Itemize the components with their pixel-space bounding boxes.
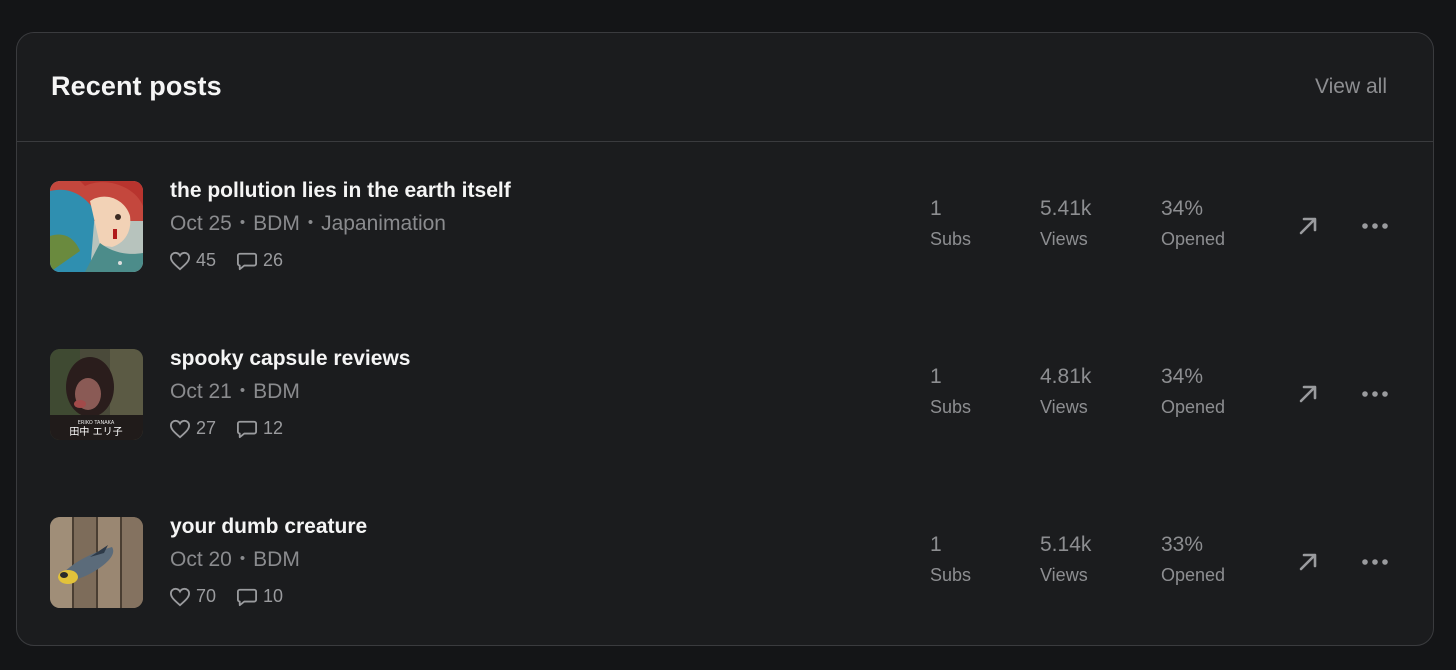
arrow-up-right-icon[interactable] [1295, 213, 1321, 239]
views-label: Views [1040, 397, 1088, 417]
comment-bubble-icon [237, 252, 258, 270]
heart-icon [169, 251, 191, 270]
views-value: 4.81k [1040, 365, 1092, 388]
opened-value: 34% [1161, 197, 1204, 220]
subs-value: 1 [930, 533, 942, 556]
album-cover-thumbnail: ERIKO TANAKA 田中 エリ子 [50, 349, 143, 440]
comment-count: 26 [263, 250, 284, 270]
arrow-up-right-icon[interactable] [1295, 549, 1321, 575]
post-section: BDM [253, 548, 300, 571]
comment-bubble-icon [237, 588, 258, 606]
post-date: Oct 21 [170, 380, 232, 403]
post-title[interactable]: spooky capsule reviews [170, 347, 410, 371]
post-date: Oct 20 [170, 548, 232, 571]
views-label: Views [1040, 229, 1088, 249]
like-count: 45 [196, 250, 217, 270]
post-thumbnail[interactable]: ERIKO TANAKA 田中 エリ子 [50, 349, 143, 440]
opened-stat: 34% Opened [1161, 365, 1225, 418]
thumbnail-caption-top: ERIKO TANAKA [78, 420, 115, 426]
views-value: 5.41k [1040, 197, 1092, 220]
meta-separator: • [239, 550, 246, 567]
opened-value: 33% [1161, 533, 1204, 556]
comment-count: 10 [263, 586, 284, 606]
comment-bubble-icon [237, 420, 258, 438]
opened-label: Opened [1161, 229, 1226, 249]
subs-label: Subs [930, 397, 972, 417]
post-row[interactable]: ERIKO TANAKA 田中 エリ子 spooky capsule revie… [17, 347, 1433, 469]
post-row[interactable]: the pollution lies in the earth itself O… [17, 179, 1433, 301]
comment-count: 12 [263, 418, 284, 438]
recent-posts-card: Recent posts View all the pollution lies… [16, 32, 1434, 646]
card-title: Recent posts [51, 71, 222, 101]
views-stat: 5.14k Views [1040, 533, 1091, 586]
views-stat: 5.41k Views [1040, 197, 1091, 250]
post-row[interactable]: your dumb creature Oct 20 • BDM 70 10 1 Su… [17, 515, 1433, 637]
like-count: 27 [196, 418, 217, 438]
post-thumbnail[interactable] [50, 181, 143, 272]
post-meta: Oct 25 • BDM • Japanimation [170, 212, 446, 236]
thumbnail-caption-bottom: 田中 エリ子 [69, 425, 122, 438]
anime-character-thumbnail [50, 181, 143, 272]
post-tag: Japanimation [321, 212, 446, 235]
post-engagement: 45 26 [169, 250, 303, 271]
post-section: BDM [253, 212, 300, 235]
opened-stat: 34% Opened [1161, 197, 1225, 250]
bird-on-wood-thumbnail [50, 517, 143, 608]
subs-value: 1 [930, 197, 942, 220]
ellipsis-icon[interactable] [1359, 381, 1391, 407]
subs-stat: 1 Subs [930, 533, 971, 586]
opened-value: 34% [1161, 365, 1204, 388]
post-section: BDM [253, 380, 300, 403]
post-thumbnail[interactable] [50, 517, 143, 608]
meta-separator: • [307, 214, 314, 231]
post-engagement: 27 12 [169, 418, 303, 439]
meta-separator: • [239, 382, 246, 399]
ellipsis-icon[interactable] [1359, 213, 1391, 239]
views-value: 5.14k [1040, 533, 1092, 556]
like-count: 70 [196, 586, 217, 606]
subs-label: Subs [930, 565, 972, 585]
post-title[interactable]: the pollution lies in the earth itself [170, 179, 511, 203]
arrow-up-right-icon[interactable] [1295, 381, 1321, 407]
subs-stat: 1 Subs [930, 365, 971, 418]
post-title[interactable]: your dumb creature [170, 515, 367, 539]
view-all-link[interactable]: View all [1315, 75, 1387, 99]
opened-label: Opened [1161, 565, 1226, 585]
post-meta: Oct 21 • BDM [170, 380, 300, 404]
card-header: Recent posts View all [17, 33, 1433, 142]
views-stat: 4.81k Views [1040, 365, 1091, 418]
subs-stat: 1 Subs [930, 197, 971, 250]
views-label: Views [1040, 565, 1088, 585]
subs-value: 1 [930, 365, 942, 388]
opened-label: Opened [1161, 397, 1226, 417]
post-date: Oct 25 [170, 212, 232, 235]
heart-icon [169, 587, 191, 606]
ellipsis-icon[interactable] [1359, 549, 1391, 575]
meta-separator: • [239, 214, 246, 231]
subs-label: Subs [930, 229, 972, 249]
opened-stat: 33% Opened [1161, 533, 1225, 586]
post-engagement: 70 10 [169, 586, 303, 607]
post-meta: Oct 20 • BDM [170, 548, 300, 572]
heart-icon [169, 419, 191, 438]
